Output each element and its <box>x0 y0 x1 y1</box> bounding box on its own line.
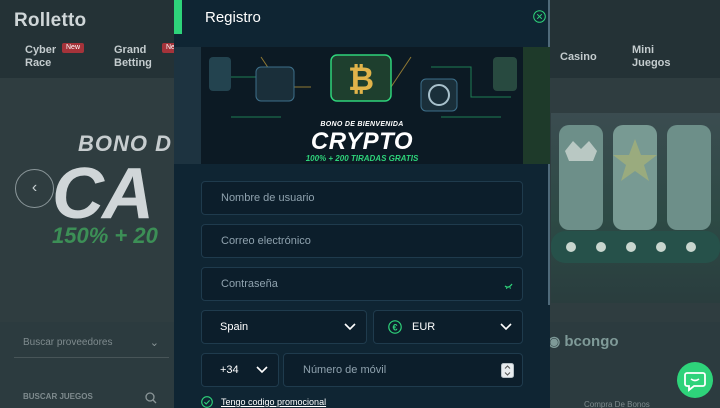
chevron-down-icon <box>500 323 512 331</box>
modal-accent-bar <box>174 0 182 34</box>
phone-field[interactable] <box>283 353 523 387</box>
site-logo[interactable]: Rolletto <box>14 10 86 32</box>
nav-mini-juegos[interactable]: Mini Juegos <box>632 44 671 70</box>
nav-label: Juegos <box>632 57 671 69</box>
nav-label: Grand <box>114 44 147 56</box>
nav-cyber-race[interactable]: Cyber Race <box>25 44 56 70</box>
password-input[interactable] <box>202 268 522 300</box>
live-chat-button[interactable] <box>677 362 713 398</box>
nav-label: Casino <box>560 51 597 63</box>
currency-value: EUR <box>412 321 436 333</box>
new-badge: New <box>62 43 85 53</box>
provider-logo-text: bcongo <box>564 333 619 350</box>
chat-icon <box>684 372 706 392</box>
registration-modal: Registro ₿ BONO DE BIENVENIDA CRYPTO 100… <box>174 0 550 408</box>
toggle-password-icon[interactable] <box>503 279 514 290</box>
username-field[interactable] <box>201 181 523 215</box>
slot-reels-image <box>551 125 720 263</box>
search-icon <box>145 392 157 404</box>
nav-grand-betting[interactable]: Grand Betting <box>114 44 152 70</box>
banner-edge-left <box>174 47 201 164</box>
nav-label: Mini <box>632 44 654 56</box>
email-field[interactable] <box>201 224 523 258</box>
nav-casino[interactable]: Casino <box>560 51 597 64</box>
modal-title: Registro <box>205 9 261 26</box>
provider-filter-select[interactable]: Buscar proveedores ⌄ <box>14 328 169 358</box>
phone-code-value: +34 <box>220 364 239 376</box>
carousel-prev-button[interactable]: ‹ <box>15 169 54 208</box>
phone-input[interactable] <box>284 354 522 386</box>
hero-offer-text: 150% + 20 <box>52 223 158 248</box>
svg-text:€: € <box>392 322 397 332</box>
banner-subtitle: BONO DE BIENVENIDA <box>320 121 404 128</box>
hero-big-text: CA <box>52 154 154 234</box>
banner-edge-right <box>523 47 550 164</box>
email-input[interactable] <box>202 225 522 257</box>
country-value: Spain <box>220 321 249 333</box>
chevron-left-icon: ‹ <box>31 179 38 196</box>
phone-code-select[interactable]: +34 <box>201 353 279 387</box>
nav-label: Race <box>25 57 52 69</box>
euro-icon: € <box>388 320 402 334</box>
currency-select[interactable]: € EUR <box>373 310 523 344</box>
chevron-down-icon <box>256 366 268 374</box>
stepper-icon[interactable] <box>501 363 514 378</box>
search-games-label: BUSCAR JUEGOS <box>23 392 93 401</box>
username-input[interactable] <box>202 182 522 214</box>
close-icon[interactable] <box>533 10 546 23</box>
nav-label: Cyber <box>25 44 57 56</box>
provider-logo-boongo[interactable]: ◉ bcongo <box>548 333 619 350</box>
slot-machine-art <box>551 113 720 303</box>
compra-bonos-label[interactable]: Compra De Bonos <box>584 400 650 408</box>
provider-filter-label: Buscar proveedores <box>23 337 113 348</box>
welcome-bonus-banner: ₿ BONO DE BIENVENIDA CRYPTO 100% + 200 T… <box>201 47 523 164</box>
svg-text:₿: ₿ <box>348 61 374 97</box>
banner-offer: 100% + 200 TIRADAS GRATIS <box>305 154 419 163</box>
search-games-input[interactable]: BUSCAR JUEGOS <box>14 392 169 408</box>
modal-header: Registro <box>182 0 550 34</box>
promo-code-link[interactable]: Tengo codigo promocional <box>201 396 326 408</box>
chevron-down-icon <box>344 323 356 331</box>
chevron-down-icon: ⌄ <box>149 337 159 349</box>
country-select[interactable]: Spain <box>201 310 367 344</box>
password-field[interactable] <box>201 267 523 301</box>
banner-title: CRYPTO <box>310 128 414 155</box>
nav-label: Betting <box>114 57 152 69</box>
